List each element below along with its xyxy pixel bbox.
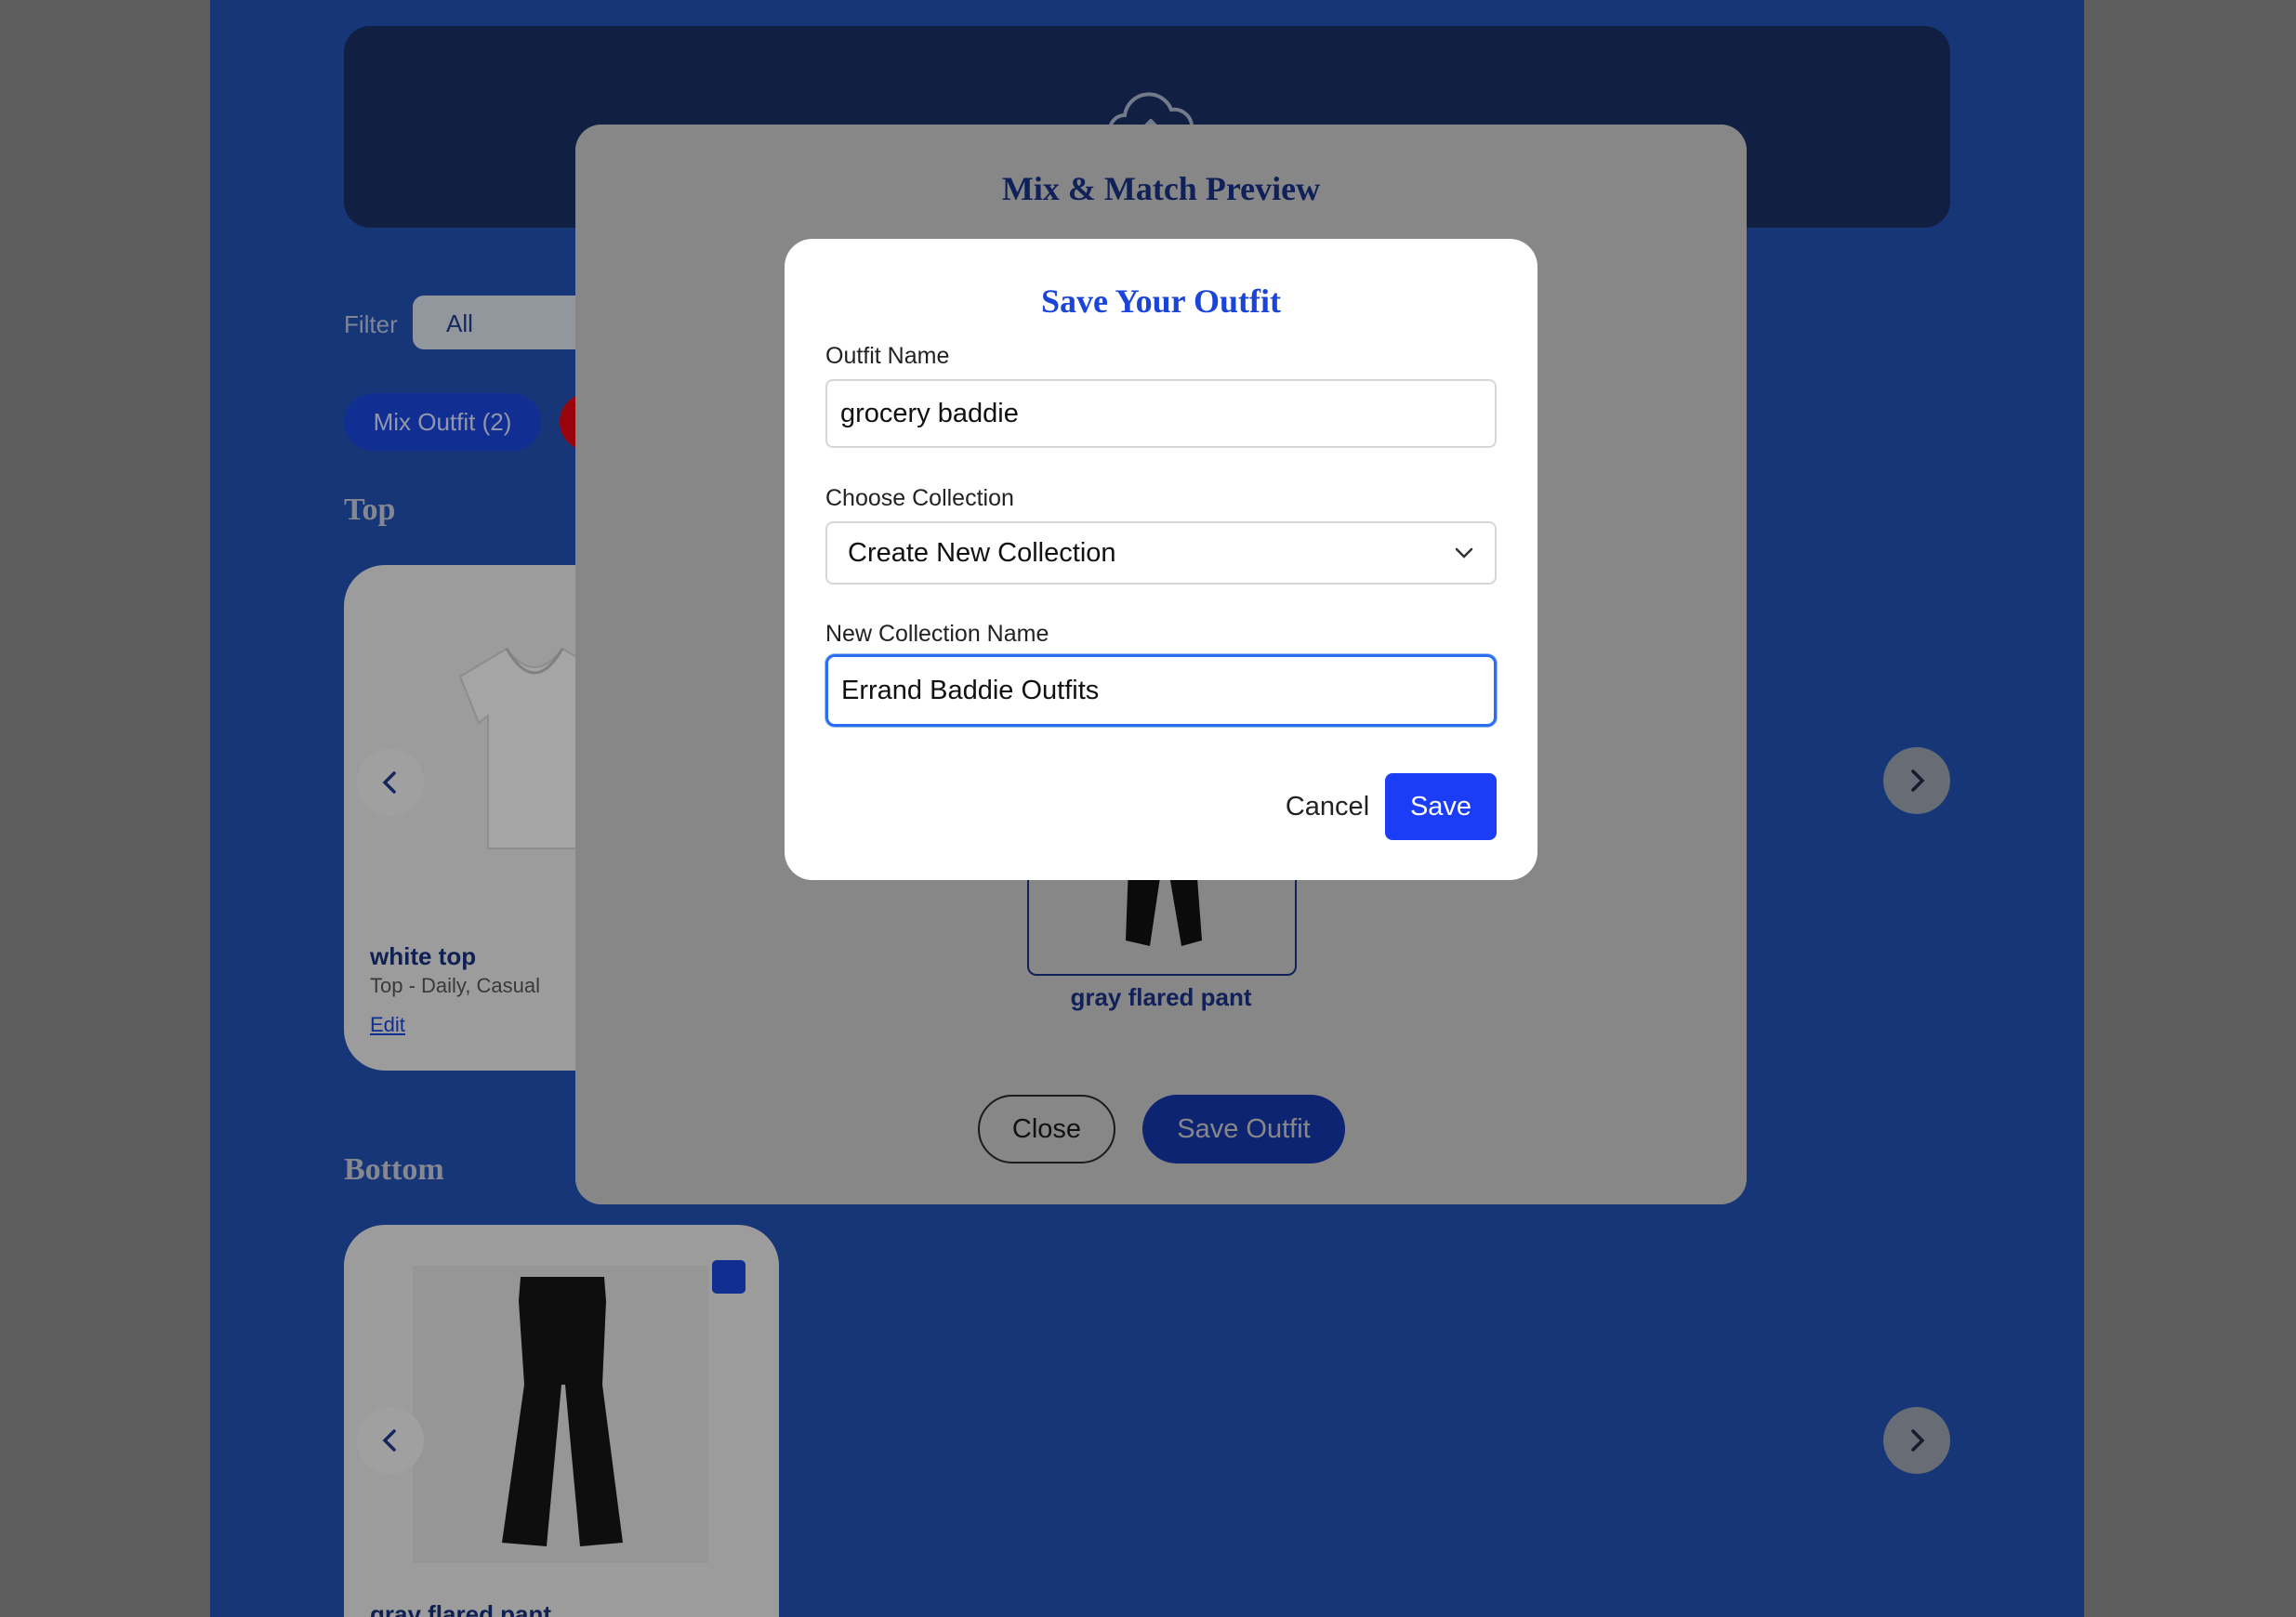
save-button[interactable]: Save [1385,773,1497,840]
collection-select-value: Create New Collection [848,537,1116,568]
dialog-title: Save Your Outfit [1040,283,1281,320]
chevron-down-icon [1455,547,1473,559]
new-collection-label: New Collection Name [825,621,1049,647]
collection-label: Choose Collection [825,485,1014,511]
save-outfit-dialog: Save Your Outfit Outfit Name Choose Coll… [785,239,1537,880]
collection-select[interactable]: Create New Collection [825,521,1497,585]
outfit-name-input[interactable] [825,379,1497,448]
new-collection-name-input[interactable] [825,654,1497,727]
outfit-name-label: Outfit Name [825,343,950,369]
cancel-button[interactable]: Cancel [1273,773,1381,840]
